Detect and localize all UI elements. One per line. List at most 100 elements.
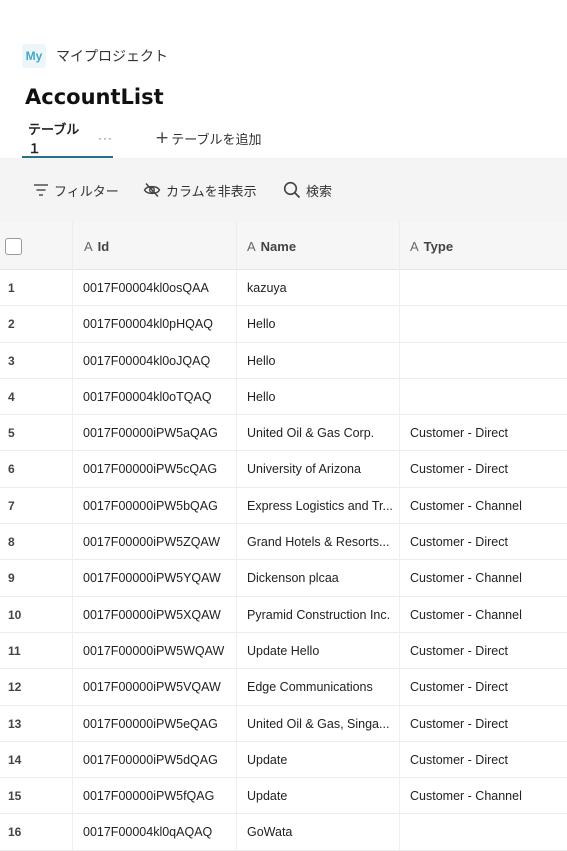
row-number: 11: [8, 643, 21, 658]
cell-type[interactable]: [399, 270, 567, 306]
search-icon: [283, 181, 301, 199]
tab-table-1[interactable]: テーブル１ ···: [22, 120, 113, 158]
row-number: 2: [8, 317, 15, 332]
table-row[interactable]: 9 0017F00000iPW5YQAW Dickenson plcaa Custom…: [0, 560, 567, 597]
cell-id[interactable]: 0017F00004kl0oTQAQ: [72, 378, 236, 415]
cell-name[interactable]: Update: [236, 778, 399, 815]
search-button[interactable]: 検索: [283, 181, 332, 200]
project-name[interactable]: マイプロジェクト: [56, 46, 168, 66]
cell-type[interactable]: [399, 814, 567, 851]
cell-name[interactable]: Hello: [236, 306, 399, 343]
table-row[interactable]: 4 0017F00004kl0oTQAQ Hello: [0, 378, 567, 416]
cell-name[interactable]: Grand Hotels & Resorts...: [236, 524, 399, 561]
cell-id[interactable]: 0017F00000iPW5WQAW: [72, 632, 236, 669]
table-row[interactable]: 3 0017F00004kl0oJQAQ Hello: [0, 342, 567, 379]
header-select-all: [0, 222, 72, 270]
text-type-icon: A: [84, 238, 93, 254]
cell-name[interactable]: United Oil & Gas, Singa...: [236, 705, 399, 742]
filter-label: フィルター: [54, 184, 119, 200]
cell-id[interactable]: 0017F00000iPW5ZQAW: [72, 524, 236, 561]
column-header-type[interactable]: A Type: [399, 222, 567, 270]
cell-id[interactable]: 0017F00000iPW5cQAG: [72, 451, 236, 488]
cell-id[interactable]: 0017F00000iPW5fQAG: [72, 778, 236, 815]
cell-type[interactable]: Customer - Direct: [399, 524, 567, 561]
tab-more-icon[interactable]: ···: [98, 131, 113, 145]
cell-id[interactable]: 0017F00004kl0qAQAQ: [72, 814, 236, 851]
cell-name[interactable]: Update: [236, 741, 399, 778]
cell-name[interactable]: Edge Communications: [236, 669, 399, 706]
row-number: 12: [8, 680, 22, 695]
cell-type[interactable]: Customer - Direct: [399, 741, 567, 778]
cell-type[interactable]: Customer - Channel: [399, 778, 567, 815]
cell-name[interactable]: Dickenson plcaa: [236, 560, 399, 597]
row-number: 13: [8, 716, 22, 731]
cell-name[interactable]: GoWata: [236, 814, 399, 851]
cell-name[interactable]: Update Hello: [236, 632, 399, 669]
table-row[interactable]: 12 0017F00000iPW5VQAW Edge Communications C…: [0, 669, 567, 706]
row-number: 3: [8, 353, 15, 368]
column-header-name[interactable]: A Name: [236, 222, 399, 270]
table-row[interactable]: 8 0017F00000iPW5ZQAW Grand Hotels & Resort…: [0, 524, 567, 561]
cell-type[interactable]: Customer - Direct: [399, 632, 567, 669]
row-number: 10: [8, 607, 22, 622]
table-row[interactable]: 15 0017F00000iPW5fQAG Update Customer - Cha…: [0, 778, 567, 815]
filter-button[interactable]: フィルター: [33, 181, 119, 200]
cell-name[interactable]: Pyramid Construction Inc.: [236, 596, 399, 633]
cell-type[interactable]: Customer - Direct: [399, 415, 567, 452]
table-row[interactable]: 10 0017F00000iPW5XQAW Pyramid Construction…: [0, 596, 567, 633]
table-row[interactable]: 6 0017F00000iPW5cQAG University of Arizona…: [0, 451, 567, 488]
cell-name[interactable]: Hello: [236, 342, 399, 379]
cell-id[interactable]: 0017F00000iPW5dQAG: [72, 741, 236, 778]
data-grid: A Id A Name A Type 1 0017F00004kl0osQAA ka…: [0, 222, 567, 851]
cell-name[interactable]: kazuya: [236, 270, 399, 306]
cell-id[interactable]: 0017F00004kl0pHQAQ: [72, 306, 236, 343]
table-row[interactable]: 1 0017F00004kl0osQAA kazuya: [0, 270, 567, 307]
cell-id[interactable]: 0017F00000iPW5bQAG: [72, 487, 236, 524]
cell-name[interactable]: Express Logistics and Tr...: [236, 487, 399, 524]
plus-icon: +: [155, 128, 170, 148]
cell-id[interactable]: 0017F00000iPW5VQAW: [72, 669, 236, 706]
select-all-checkbox[interactable]: [5, 237, 22, 255]
row-number: 7: [8, 498, 15, 513]
cell-id[interactable]: 0017F00004kl0osQAA: [72, 270, 236, 306]
table-row[interactable]: 7 0017F00000iPW5bQAG Express Logistics and…: [0, 487, 567, 525]
hide-columns-button[interactable]: カラムを非表示: [143, 181, 257, 200]
cell-id[interactable]: 0017F00000iPW5XQAW: [72, 596, 236, 633]
cell-id[interactable]: 0017F00000iPW5eQAG: [72, 705, 236, 742]
text-type-icon: A: [247, 238, 256, 254]
cell-type[interactable]: [399, 378, 567, 415]
cell-type[interactable]: Customer - Direct: [399, 669, 567, 706]
filter-icon: [34, 184, 48, 196]
cell-type[interactable]: Customer - Direct: [399, 705, 567, 742]
table-row[interactable]: 14 0017F00000iPW5dQAG Update Customer - Dir…: [0, 741, 567, 779]
add-table-button[interactable]: + テーブルを追加: [155, 120, 261, 156]
cell-type[interactable]: [399, 306, 567, 343]
cell-name[interactable]: Hello: [236, 378, 399, 415]
row-number: 16: [8, 825, 22, 840]
row-number: 4: [8, 389, 15, 404]
cell-type[interactable]: Customer - Channel: [399, 487, 567, 524]
cell-id[interactable]: 0017F00000iPW5aQAG: [72, 415, 236, 452]
eye-off-icon: [143, 182, 161, 198]
search-label: 検索: [306, 184, 333, 200]
add-table-label: テーブルを追加: [171, 132, 262, 148]
cell-name[interactable]: University of Arizona: [236, 451, 399, 488]
cell-type[interactable]: [399, 342, 567, 379]
cell-type[interactable]: Customer - Channel: [399, 596, 567, 633]
table-row[interactable]: 2 0017F00004kl0pHQAQ Hello: [0, 306, 567, 343]
column-header-id[interactable]: A Id: [72, 222, 236, 270]
cell-type[interactable]: Customer - Channel: [399, 560, 567, 597]
project-breadcrumb[interactable]: My マイプロジェクト: [22, 44, 168, 68]
cell-id[interactable]: 0017F00000iPW5YQAW: [72, 560, 236, 597]
cell-name[interactable]: United Oil & Gas Corp.: [236, 415, 399, 452]
cell-type[interactable]: Customer - Direct: [399, 451, 567, 488]
table-row[interactable]: 11 0017F00000iPW5WQAW Update Hello Customer…: [0, 632, 567, 670]
text-type-icon: A: [410, 238, 419, 254]
grid-header: A Id A Name A Type: [0, 222, 567, 270]
row-number: 5: [8, 426, 15, 441]
table-row[interactable]: 13 0017F00000iPW5eQAG United Oil & Gas, Si…: [0, 705, 567, 742]
table-row[interactable]: 5 0017F00000iPW5aQAG United Oil & Gas Corp…: [0, 415, 567, 452]
cell-id[interactable]: 0017F00004kl0oJQAQ: [72, 342, 236, 379]
page-title: AccountList: [25, 85, 164, 109]
table-row[interactable]: 16 0017F00004kl0qAQAQ GoWata: [0, 814, 567, 851]
